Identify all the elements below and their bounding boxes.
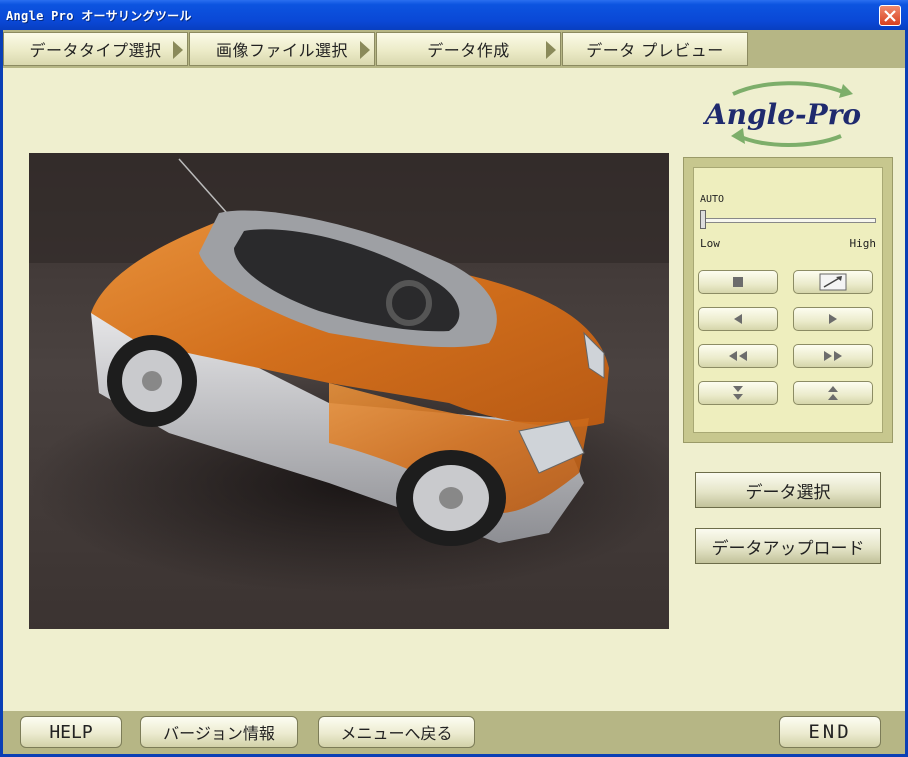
data-upload-button[interactable]: データアップロード [695, 528, 881, 564]
title-bar[interactable]: Angle Pro オーサリングツール [0, 0, 908, 30]
version-info-label: バージョン情報 [163, 724, 275, 743]
rewind-button[interactable] [698, 344, 778, 368]
step-label: データタイプ選択 [29, 41, 162, 60]
speed-low-label: Low [700, 237, 720, 250]
angle-pro-logo: Angle-Pro [702, 80, 863, 150]
data-select-button[interactable]: データ選択 [695, 472, 881, 508]
step-label: データ作成 [427, 41, 510, 60]
tilt-up-button[interactable] [793, 381, 873, 405]
speed-high-label: High [849, 237, 877, 250]
data-select-label: データ選択 [745, 482, 831, 503]
data-upload-label: データアップロード [711, 538, 865, 559]
expand-button[interactable] [793, 270, 873, 294]
step-left-icon [734, 314, 742, 324]
tilt-down-icon [733, 386, 743, 400]
step-data-type-select[interactable]: データタイプ選択 [3, 32, 188, 66]
help-label: HELP [49, 721, 93, 743]
playback-control-panel: AUTO Low High [683, 157, 893, 443]
rewind-icon [729, 351, 747, 361]
window-title: Angle Pro オーサリングツール [6, 9, 192, 23]
fast-forward-button[interactable] [793, 344, 873, 368]
end-label: END [808, 721, 852, 743]
step-arrow-icon [173, 41, 183, 59]
stop-icon [733, 277, 743, 287]
step-data-create[interactable]: データ作成 [376, 32, 561, 66]
control-inner-panel: AUTO Low High [693, 167, 883, 433]
preview-image [29, 153, 669, 629]
step-arrow-icon [360, 41, 370, 59]
expand-icon [819, 273, 847, 291]
step-right-icon [829, 314, 837, 324]
back-to-menu-label: メニューへ戻る [340, 724, 453, 743]
step-data-preview[interactable]: データ プレビュー [562, 32, 748, 66]
logo-text: Angle-Pro [703, 98, 861, 131]
step-label: データ プレビュー [586, 41, 724, 60]
step-left-button[interactable] [698, 307, 778, 331]
step-right-button[interactable] [793, 307, 873, 331]
version-info-button[interactable]: バージョン情報 [140, 716, 298, 748]
auto-label: AUTO [700, 194, 725, 205]
bottom-bar: HELP バージョン情報 メニューへ戻る END [3, 711, 905, 754]
close-button[interactable] [879, 5, 901, 26]
fast-forward-icon [824, 351, 842, 361]
main-area: データタイプ選択 画像ファイル選択 データ作成 データ プレビュー Angle-… [3, 30, 905, 754]
back-to-menu-button[interactable]: メニューへ戻る [318, 716, 475, 748]
tilt-up-icon [828, 386, 838, 400]
tilt-down-button[interactable] [698, 381, 778, 405]
step-label: 画像ファイル選択 [215, 41, 348, 60]
stop-button[interactable] [698, 270, 778, 294]
app-window: Angle Pro オーサリングツール データタイプ選択 画像ファイル選択 デー… [0, 0, 908, 757]
close-icon [884, 9, 896, 22]
speed-slider-track[interactable] [702, 218, 876, 223]
help-button[interactable]: HELP [20, 716, 122, 748]
end-button[interactable]: END [779, 716, 881, 748]
step-arrow-icon [546, 41, 556, 59]
step-image-file-select[interactable]: 画像ファイル選択 [189, 32, 375, 66]
speed-slider-thumb[interactable] [700, 210, 706, 229]
step-bar: データタイプ選択 画像ファイル選択 データ作成 データ プレビュー [3, 30, 905, 68]
